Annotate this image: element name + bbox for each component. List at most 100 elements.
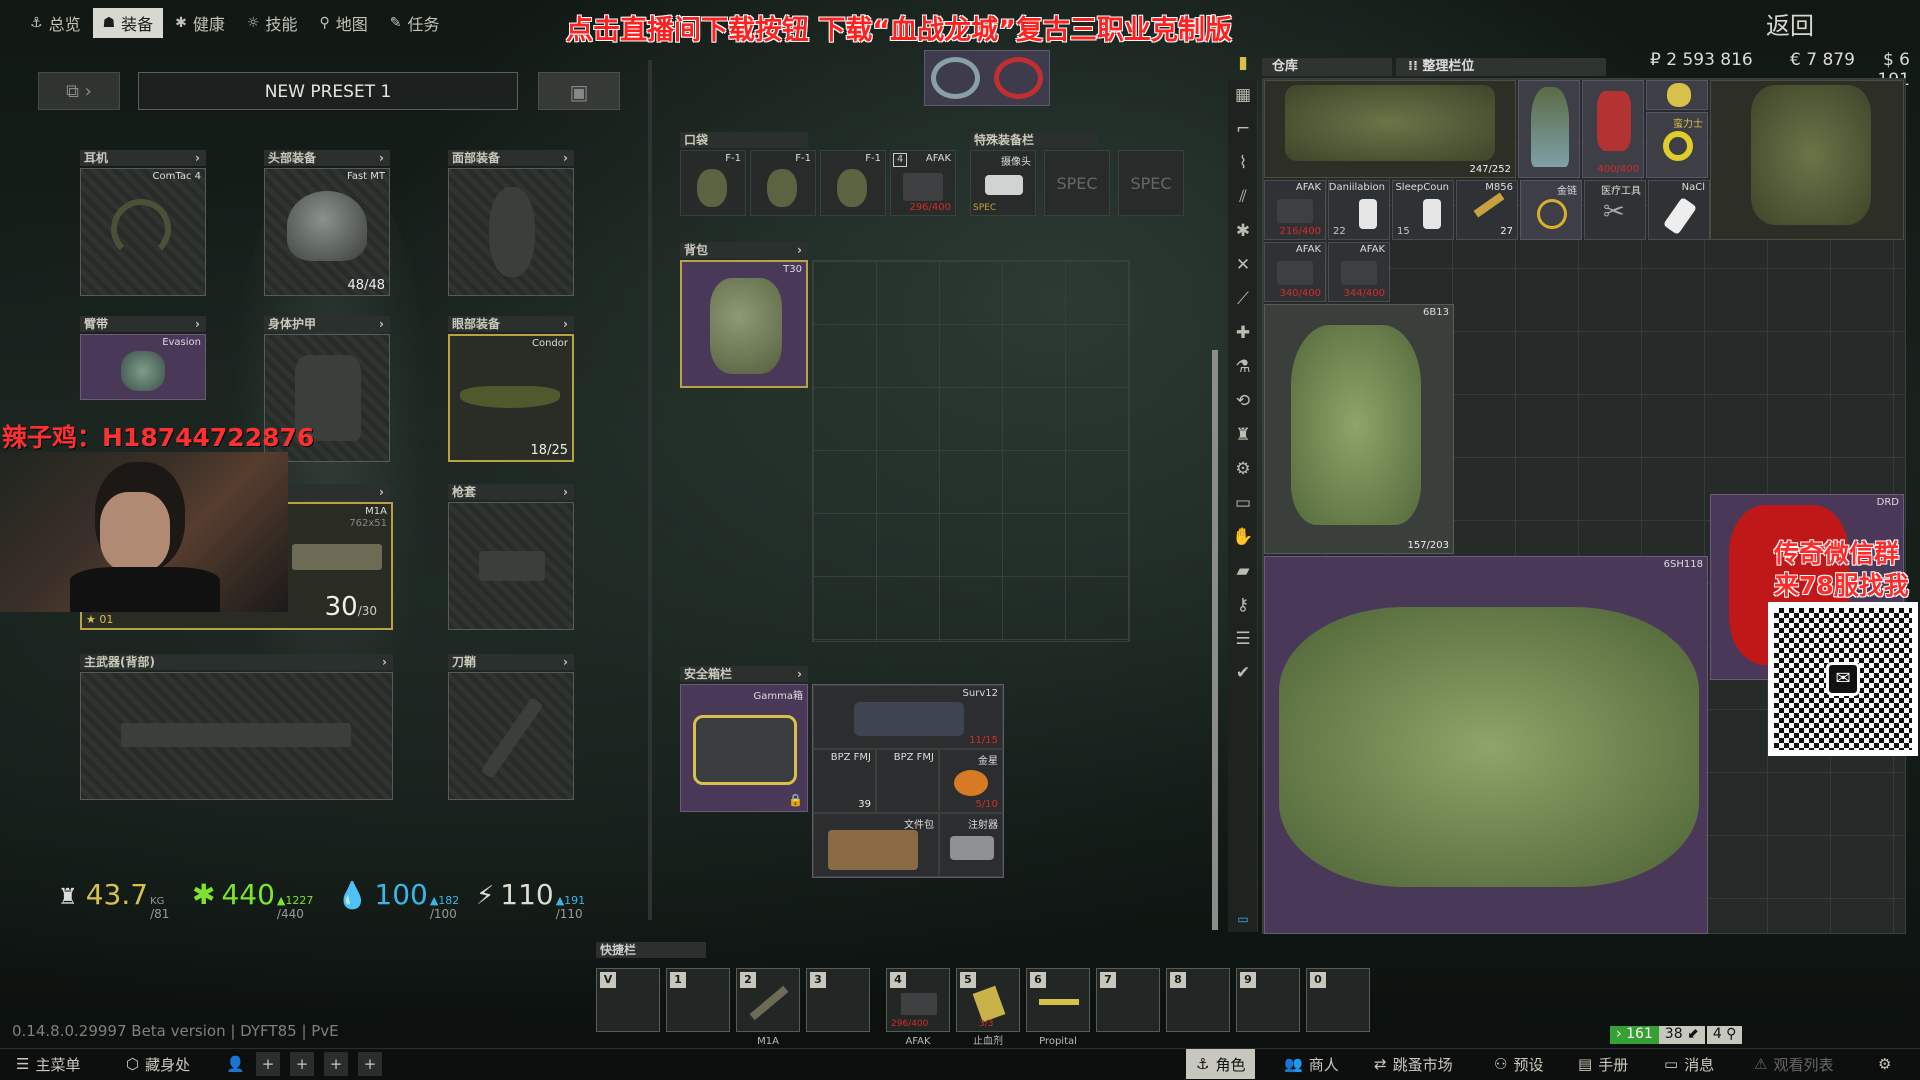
scabbard-slot[interactable] (448, 672, 574, 800)
stash-item-golden-skull[interactable] (1646, 80, 1708, 110)
special-slot-camera[interactable]: 摄像头 SPEC (970, 150, 1036, 216)
stash-item-figurine[interactable] (1518, 80, 1580, 178)
secure-item-document-case[interactable]: 文件包 (813, 813, 939, 877)
weapon-category-icon[interactable]: ⌐ (1230, 116, 1256, 142)
quickbar-slot-2[interactable]: 2 M1A (736, 968, 800, 1047)
stash-item-armor-6b13[interactable]: 6B13 157/203 (1264, 304, 1454, 554)
preset-copy-button[interactable]: ⧉ › (38, 72, 120, 110)
backpack-slot[interactable]: T30 (680, 260, 808, 388)
barter-category-icon[interactable]: ⟲ (1230, 388, 1256, 414)
headwear-slot[interactable]: Fast MT 48/48 (264, 168, 390, 296)
quickbar-slot-6[interactable]: 6 Propital (1026, 968, 1090, 1047)
keys-category-icon[interactable]: ⚷ (1230, 592, 1256, 618)
settings-button[interactable]: ⚙ (1868, 1049, 1901, 1079)
stash-tab-sort[interactable]: ⁞⁞ 整理栏位 (1396, 58, 1606, 76)
meds-category-icon[interactable]: ✱ (1230, 218, 1256, 244)
add-slot-4[interactable]: + (358, 1052, 382, 1076)
secure-item-golden-star[interactable]: 金星 5/10 (939, 749, 1003, 813)
player-icon-button[interactable]: 👤 (222, 1049, 249, 1079)
secure-item-injector-case[interactable]: 注射器 (939, 813, 1003, 877)
all-items-icon[interactable]: ▦ (1230, 82, 1256, 108)
container-category-icon[interactable]: ▭ (1230, 490, 1256, 516)
add-slot-3[interactable]: + (324, 1052, 348, 1076)
traders-button[interactable]: 👥 商人 (1274, 1049, 1349, 1079)
presets-button[interactable]: ⚇ 预设 (1484, 1049, 1553, 1079)
special-slot-3[interactable]: SPEC (1118, 150, 1184, 216)
tab-overview[interactable]: ⚓ 总览 (20, 8, 91, 38)
primary-back-slot[interactable] (80, 672, 393, 800)
special-slot-2[interactable]: SPEC (1044, 150, 1110, 216)
quickbar-slot-v[interactable]: V (596, 968, 660, 1032)
tab-gear[interactable]: ☗ 装备 (92, 8, 164, 38)
holster-slot[interactable] (448, 502, 574, 630)
tab-health[interactable]: ✱ 健康 (165, 8, 235, 38)
stash-item-medical-tools[interactable]: 医疗工具 ✂ (1584, 180, 1646, 240)
ammo-category-icon[interactable]: ⫽ (1230, 184, 1256, 210)
knife-category-icon[interactable]: ⟋ (1230, 286, 1256, 312)
stash-item-afak-2[interactable]: AFAK 340/400 (1264, 242, 1326, 302)
character-button[interactable]: ⚓ 角色 (1186, 1049, 1256, 1079)
melee-category-icon[interactable]: ✕ (1230, 252, 1256, 278)
map-category-icon[interactable]: ☰ (1230, 626, 1256, 652)
back-button[interactable]: 返回 (1766, 6, 1814, 41)
secure-item-ammo-1[interactable]: BPZ FMJ 39 (813, 749, 876, 813)
stash-item-chest-rig[interactable]: 247/252 (1264, 80, 1516, 178)
quickbar-slot-0[interactable]: 0 (1306, 968, 1370, 1032)
tab-map[interactable]: ⚲ 地图 (309, 8, 377, 38)
special-category-icon[interactable]: ✋ (1230, 524, 1256, 550)
stash-item-sleepcoun[interactable]: SleepCoun 15 (1392, 180, 1454, 240)
quickbar-slot-1[interactable]: 1 (666, 968, 730, 1032)
mods-category-icon[interactable]: ⚗ (1230, 354, 1256, 380)
misc-category-icon[interactable]: ▭ (1230, 906, 1256, 932)
stash-item-nacl[interactable]: NaCl (1648, 180, 1710, 240)
messages-button[interactable]: ▭ 消息 (1654, 1049, 1724, 1079)
main-menu-button[interactable]: ☰ 主菜单 (6, 1049, 90, 1079)
preset-name-field[interactable]: NEW PRESET 1 (138, 72, 518, 110)
handbook-button[interactable]: ▤ 手册 (1568, 1049, 1638, 1079)
pocket-slot-4[interactable]: AFAK 4 296/400 (890, 150, 956, 216)
armor-category-icon[interactable]: ⌇ (1230, 150, 1256, 176)
quest-category-icon[interactable]: ✔ (1230, 660, 1256, 686)
secure-container-slot[interactable]: Gamma箱 🔒 (680, 684, 808, 812)
preset-save-button[interactable]: ▣ (538, 72, 620, 110)
quickbar-slot-8[interactable]: 8 (1166, 968, 1230, 1032)
stash-item-6sh118[interactable]: 6SH118 (1264, 556, 1708, 934)
stash-item-afak-3[interactable]: AFAK 344/400 (1328, 242, 1390, 302)
hideout-button[interactable]: ⬡ 藏身处 (116, 1049, 200, 1079)
pocket-slot-1[interactable]: F-1 (680, 150, 746, 216)
watchlist-button[interactable]: ⚠ 观看列表 (1744, 1049, 1843, 1079)
quickbar-slot-9[interactable]: 9 (1236, 968, 1300, 1032)
add-slot-2[interactable]: + (290, 1052, 314, 1076)
stash-scrollbar[interactable] (1212, 350, 1218, 930)
info-category-icon[interactable]: ▰ (1230, 558, 1256, 584)
headset-attachment-slot[interactable] (924, 50, 1050, 106)
quickbar-slot-3[interactable]: 3 (806, 968, 870, 1032)
pocket-slot-3[interactable]: F-1 (820, 150, 886, 216)
tab-tasks[interactable]: ✎ 任务 (380, 8, 450, 38)
armband-slot[interactable]: Evasion (80, 334, 206, 400)
stash-item-daniilabion[interactable]: Daniilabion 22 (1328, 180, 1390, 240)
flea-market-button[interactable]: ⇄ 跳蚤市场 (1364, 1049, 1463, 1079)
stash-item-m856[interactable]: M856 27 (1456, 180, 1518, 240)
stash-item-harness[interactable] (1710, 80, 1904, 240)
stash-tab-storage[interactable]: 仓库 (1262, 58, 1392, 76)
stash-item-afak-1[interactable]: AFAK 216/400 (1264, 180, 1326, 240)
stash-item-red-medkit[interactable]: 400/400 (1582, 80, 1644, 178)
earpiece-slot[interactable]: ComTac 4 (80, 168, 206, 296)
eyewear-slot[interactable]: Condor 18/25 (448, 334, 574, 462)
quickbar-slot-7[interactable]: 7 (1096, 968, 1160, 1032)
sort-icon[interactable]: ▮ (1230, 50, 1256, 76)
tab-skills[interactable]: ☼ 技能 (237, 8, 308, 38)
quickbar-slot-5[interactable]: 5 3/3 止血剂 (956, 968, 1020, 1047)
secure-item-surv12[interactable]: Surv12 11/15 (813, 685, 1003, 749)
pocket-slot-2[interactable]: F-1 (750, 150, 816, 216)
medical-category-icon[interactable]: ✚ (1230, 320, 1256, 346)
backpack-grid[interactable] (812, 260, 1130, 642)
quickbar-slot-4[interactable]: 4 296/400 AFAK (886, 968, 950, 1047)
gear-category-icon[interactable]: ♜ (1230, 422, 1256, 448)
provisions-category-icon[interactable]: ⚙ (1230, 456, 1256, 482)
add-slot-1[interactable]: + (256, 1052, 280, 1076)
facecover-slot[interactable] (448, 168, 574, 296)
stash-item-gold-ring[interactable]: 蛮力士 (1646, 112, 1708, 178)
secure-item-ammo-2[interactable]: BPZ FMJ (876, 749, 939, 813)
